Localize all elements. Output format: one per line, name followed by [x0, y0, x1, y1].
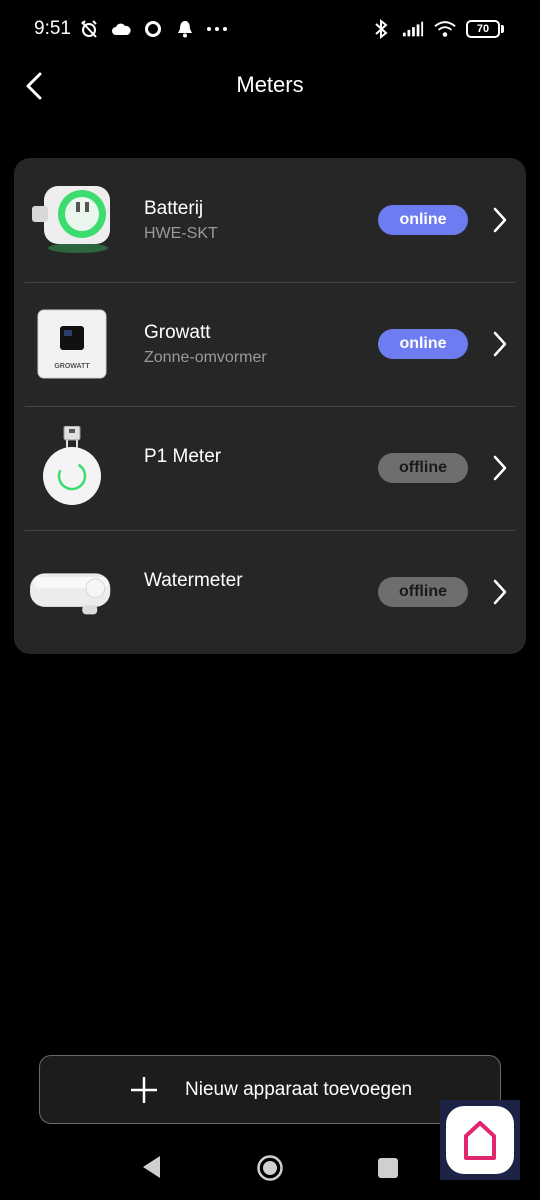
nav-home-icon[interactable]: [256, 1154, 284, 1182]
page-title: Meters: [236, 72, 304, 97]
smart-plug-icon: [30, 178, 114, 262]
battery-tip: [501, 25, 504, 33]
cloud-icon: [110, 18, 132, 40]
status-time: 9:51: [34, 18, 71, 39]
meter-row-batterij[interactable]: Batterij HWE-SKT online: [14, 158, 526, 282]
status-badge: offline: [378, 453, 468, 483]
chevron-right-icon: [493, 455, 507, 481]
wifi-icon: [434, 18, 456, 40]
meter-row-watermeter[interactable]: Watermeter offline: [14, 530, 526, 654]
meter-name: Batterij: [144, 198, 204, 219]
chevron-right-icon: [493, 331, 507, 357]
nav-back-icon[interactable]: [140, 1154, 164, 1180]
add-device-label: Nieuw apparaat toevoegen: [185, 1079, 413, 1100]
nav-recents-icon[interactable]: [378, 1158, 398, 1178]
alarm-off-icon: [78, 18, 100, 40]
status-badge: online: [378, 329, 468, 359]
plus-icon: [131, 1077, 157, 1103]
chevron-right-icon: [493, 207, 507, 233]
meter-name: P1 Meter: [144, 446, 222, 467]
status-bar: 9:51 70: [0, 0, 540, 60]
battery-level: 70: [466, 20, 500, 38]
battery-indicator: 70: [466, 20, 504, 38]
status-left-icons: [78, 18, 228, 40]
add-device-button[interactable]: Nieuw apparaat toevoegen: [39, 1055, 501, 1124]
system-nav-bar: [0, 1134, 540, 1200]
meter-name: Growatt: [144, 322, 211, 343]
growatt-brand-text: GROWATT: [54, 363, 90, 370]
status-badge: offline: [378, 577, 468, 607]
meter-row-p1[interactable]: P1 Meter offline: [14, 406, 526, 530]
bell-icon: [174, 18, 196, 40]
meter-name: Watermeter: [144, 570, 243, 591]
meter-subtitle: Zonne-omvormer: [144, 349, 267, 366]
growatt-inverter-icon: GROWATT: [30, 302, 114, 386]
circle-icon: [142, 18, 164, 40]
watermeter-icon: [30, 550, 114, 634]
meter-subtitle: HWE-SKT: [144, 225, 218, 242]
more-dots-icon: [206, 18, 228, 40]
meters-list: Batterij HWE-SKT online GROWATT Growatt …: [14, 158, 526, 654]
p1-meter-icon: [30, 426, 114, 510]
status-right-icons: 70: [370, 18, 504, 40]
chevron-right-icon: [493, 579, 507, 605]
status-badge: online: [378, 205, 468, 235]
meter-row-growatt[interactable]: GROWATT Growatt Zonne-omvormer online: [14, 282, 526, 406]
signal-icon: [402, 18, 424, 40]
bluetooth-icon: [370, 18, 392, 40]
app-header: Meters: [0, 60, 540, 112]
